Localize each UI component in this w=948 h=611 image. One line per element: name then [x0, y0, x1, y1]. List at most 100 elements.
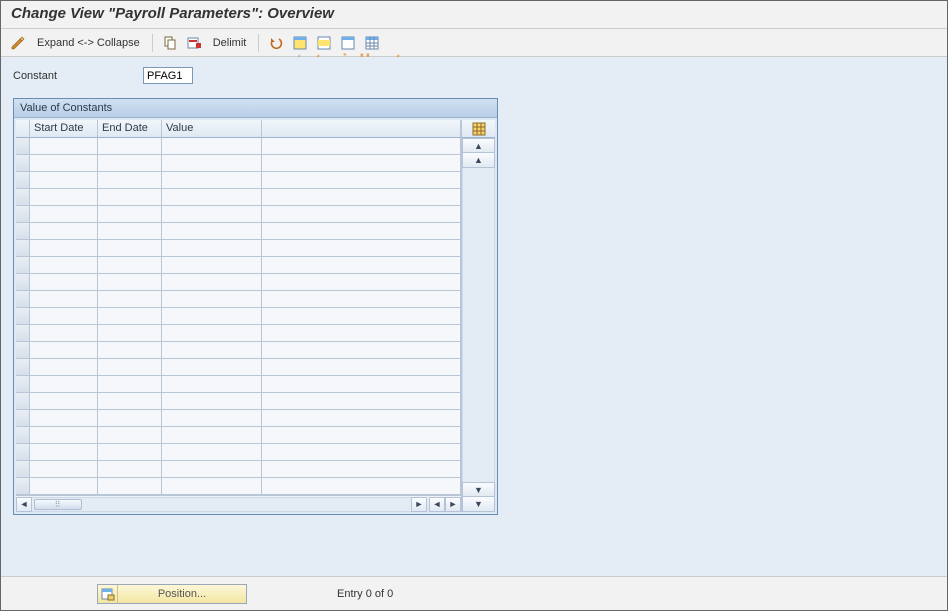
- cell-start-date[interactable]: [30, 223, 98, 240]
- row-selector[interactable]: [16, 376, 30, 393]
- table-row[interactable]: [16, 172, 461, 189]
- cell-end-date[interactable]: [98, 393, 162, 410]
- cell-value[interactable]: [162, 240, 262, 257]
- cell-start-date[interactable]: [30, 393, 98, 410]
- cell-start-date[interactable]: [30, 325, 98, 342]
- col-header-start-date[interactable]: Start Date: [30, 120, 98, 138]
- table-row[interactable]: [16, 410, 461, 427]
- cell-end-date[interactable]: [98, 223, 162, 240]
- delete-button[interactable]: [183, 33, 205, 53]
- cell-value[interactable]: [162, 223, 262, 240]
- cell-start-date[interactable]: [30, 189, 98, 206]
- row-selector[interactable]: [16, 461, 30, 478]
- cell-end-date[interactable]: [98, 342, 162, 359]
- table-row[interactable]: [16, 240, 461, 257]
- table-row[interactable]: [16, 206, 461, 223]
- copy-as-button[interactable]: [159, 33, 181, 53]
- table-row[interactable]: [16, 376, 461, 393]
- row-selector[interactable]: [16, 240, 30, 257]
- cell-end-date[interactable]: [98, 138, 162, 155]
- cell-start-date[interactable]: [30, 274, 98, 291]
- constants-table[interactable]: Start Date End Date Value ◄ ⠿ ► ◄ ►: [16, 120, 461, 512]
- cell-value[interactable]: [162, 308, 262, 325]
- cell-start-date[interactable]: [30, 138, 98, 155]
- cell-value[interactable]: [162, 359, 262, 376]
- row-selector[interactable]: [16, 478, 30, 495]
- cell-value[interactable]: [162, 410, 262, 427]
- cell-end-date[interactable]: [98, 359, 162, 376]
- position-button[interactable]: Position...: [97, 584, 247, 604]
- scroll-right-button[interactable]: ►: [411, 497, 427, 512]
- cell-end-date[interactable]: [98, 240, 162, 257]
- delimit-button[interactable]: Delimit: [207, 37, 253, 49]
- row-selector[interactable]: [16, 172, 30, 189]
- v-scroll-track[interactable]: [462, 168, 495, 482]
- table-row[interactable]: [16, 189, 461, 206]
- row-selector[interactable]: [16, 274, 30, 291]
- cell-end-date[interactable]: [98, 308, 162, 325]
- row-selector[interactable]: [16, 342, 30, 359]
- cell-value[interactable]: [162, 478, 262, 495]
- cell-start-date[interactable]: [30, 206, 98, 223]
- cell-start-date[interactable]: [30, 291, 98, 308]
- cell-value[interactable]: [162, 461, 262, 478]
- cell-start-date[interactable]: [30, 461, 98, 478]
- cell-start-date[interactable]: [30, 376, 98, 393]
- row-selector[interactable]: [16, 325, 30, 342]
- row-selector[interactable]: [16, 206, 30, 223]
- row-selector[interactable]: [16, 223, 30, 240]
- table-settings-button[interactable]: [361, 33, 383, 53]
- row-selector[interactable]: [16, 410, 30, 427]
- scroll-down-button[interactable]: ▼: [462, 497, 495, 512]
- select-all-button[interactable]: [289, 33, 311, 53]
- table-configure-button[interactable]: [461, 120, 495, 138]
- cell-end-date[interactable]: [98, 172, 162, 189]
- col-header-end-date[interactable]: End Date: [98, 120, 162, 138]
- row-selector-header[interactable]: [16, 120, 30, 138]
- row-selector[interactable]: [16, 138, 30, 155]
- row-selector[interactable]: [16, 359, 30, 376]
- table-row[interactable]: [16, 274, 461, 291]
- row-selector[interactable]: [16, 291, 30, 308]
- horizontal-scrollbar[interactable]: ◄ ⠿ ► ◄ ►: [16, 495, 461, 512]
- cell-value[interactable]: [162, 325, 262, 342]
- row-selector[interactable]: [16, 257, 30, 274]
- cell-end-date[interactable]: [98, 189, 162, 206]
- table-row[interactable]: [16, 393, 461, 410]
- table-row[interactable]: [16, 461, 461, 478]
- row-selector[interactable]: [16, 427, 30, 444]
- cell-start-date[interactable]: [30, 410, 98, 427]
- cell-value[interactable]: [162, 206, 262, 223]
- cell-value[interactable]: [162, 172, 262, 189]
- cell-start-date[interactable]: [30, 478, 98, 495]
- h-scroll-thumb[interactable]: ⠿: [34, 499, 82, 510]
- table-row[interactable]: [16, 223, 461, 240]
- deselect-all-button[interactable]: [337, 33, 359, 53]
- cell-end-date[interactable]: [98, 478, 162, 495]
- constant-input[interactable]: [143, 67, 193, 84]
- table-row[interactable]: [16, 342, 461, 359]
- row-selector[interactable]: [16, 308, 30, 325]
- cell-end-date[interactable]: [98, 376, 162, 393]
- cell-start-date[interactable]: [30, 359, 98, 376]
- cell-start-date[interactable]: [30, 342, 98, 359]
- scroll-page-up-button[interactable]: ▲: [462, 153, 495, 168]
- table-row[interactable]: [16, 325, 461, 342]
- cell-value[interactable]: [162, 342, 262, 359]
- cell-value[interactable]: [162, 155, 262, 172]
- cell-end-date[interactable]: [98, 325, 162, 342]
- cell-end-date[interactable]: [98, 427, 162, 444]
- table-row[interactable]: [16, 155, 461, 172]
- row-selector[interactable]: [16, 189, 30, 206]
- scroll-up-button[interactable]: ▲: [462, 138, 495, 153]
- cell-value[interactable]: [162, 427, 262, 444]
- cell-start-date[interactable]: [30, 155, 98, 172]
- cell-start-date[interactable]: [30, 257, 98, 274]
- h-scroll-track[interactable]: ⠿: [32, 497, 411, 512]
- scroll-page-down-button[interactable]: ▼: [462, 482, 495, 497]
- cell-start-date[interactable]: [30, 427, 98, 444]
- table-row[interactable]: [16, 138, 461, 155]
- cell-end-date[interactable]: [98, 410, 162, 427]
- vertical-scrollbar[interactable]: ▲ ▲ ▼ ▼: [461, 138, 495, 512]
- cell-end-date[interactable]: [98, 206, 162, 223]
